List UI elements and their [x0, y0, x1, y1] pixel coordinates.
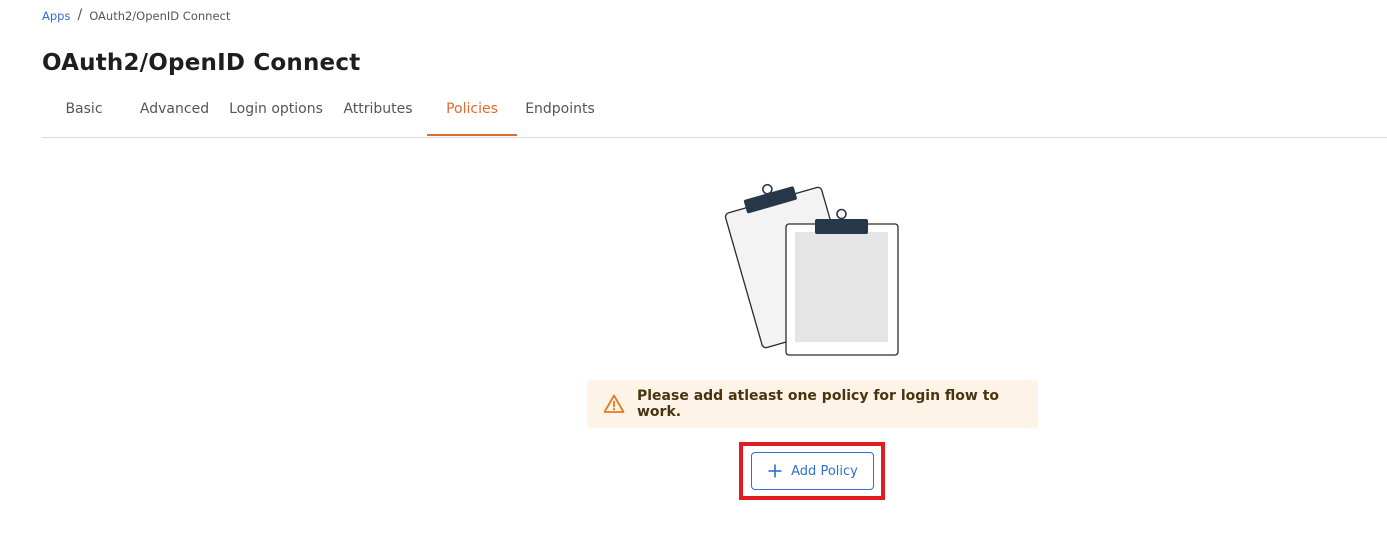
tab-basic[interactable]: Basic [42, 90, 126, 136]
add-policy-label: Add Policy [791, 463, 858, 479]
breadcrumb-current: OAuth2/OpenID Connect [89, 9, 231, 23]
breadcrumb-separator: / [77, 7, 83, 23]
plus-icon [767, 463, 783, 479]
warning-message: Please add atleast one policy for login … [637, 388, 1000, 420]
breadcrumb-apps-link[interactable]: Apps [42, 9, 70, 23]
warning-banner: Please add atleast one policy for login … [587, 380, 1038, 428]
tab-policies[interactable]: Policies [427, 90, 517, 136]
tab-endpoints[interactable]: Endpoints [520, 90, 600, 136]
add-policy-button[interactable]: Add Policy [751, 452, 874, 490]
tab-advanced[interactable]: Advanced [130, 90, 219, 136]
tab-login-options[interactable]: Login options [227, 90, 325, 136]
clipboards-icon [720, 182, 910, 362]
tab-attributes[interactable]: Attributes [339, 90, 417, 136]
page-title: OAuth2/OpenID Connect [42, 50, 361, 76]
breadcrumb: Apps / OAuth2/OpenID Connect [42, 7, 231, 23]
warning-triangle-icon [603, 393, 625, 415]
tab-bar: Basic Advanced Login options Attributes … [42, 90, 1387, 138]
